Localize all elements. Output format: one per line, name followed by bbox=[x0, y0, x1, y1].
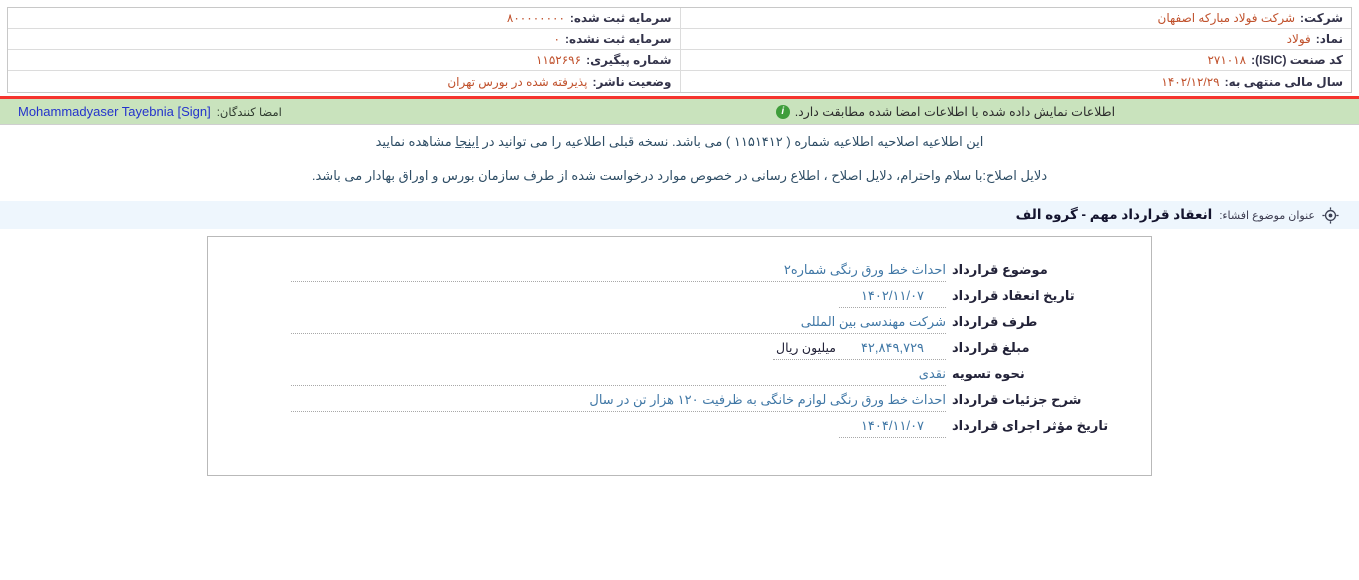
disclosure-header-bar: عنوان موضوع افشاء: انعقاد قرارداد مهم - … bbox=[0, 201, 1359, 229]
contract-field-row: تاریخ انعقاد قرارداد ۱۴۰۲/۱۱/۰۷ bbox=[208, 283, 1151, 309]
info-cell: نماد: فولاد bbox=[679, 29, 1351, 50]
info-label: نماد: bbox=[1315, 32, 1343, 46]
target-icon bbox=[1322, 206, 1339, 224]
info-cell: سرمایه ثبت شده: ۸۰۰۰۰۰۰۰۰ bbox=[8, 8, 680, 29]
info-label: شماره پیگیری: bbox=[586, 53, 672, 67]
contract-field-value: شرکت مهندسی بین المللی bbox=[291, 310, 946, 334]
info-cell: شماره پیگیری: ۱۱۵۲۶۹۶ bbox=[8, 50, 680, 71]
info-value: ۰ bbox=[553, 32, 560, 46]
contract-field-label: تاریخ مؤثر اجرای قرارداد bbox=[952, 418, 1109, 433]
disclosure-subject-label: عنوان موضوع افشاء: bbox=[1219, 209, 1315, 222]
contract-field-value: احداث خط ورق رنگی شماره۲ bbox=[291, 258, 946, 282]
signer-name: Mohammadyaser Tayebnia [Sign] bbox=[18, 104, 211, 119]
contract-field-row: نحوه تسویه نقدی bbox=[208, 361, 1151, 387]
amendment-notice: این اطلاعیه اصلاحیه اطلاعیه شماره ( ۱۱۵۱… bbox=[0, 133, 1359, 151]
contract-field-value: ۱۴۰۲/۱۱/۰۷ bbox=[839, 284, 946, 308]
contract-field-value: ۴۲,۸۴۹,۷۲۹ bbox=[839, 336, 946, 360]
info-value: پذیرفته شده در بورس تهران bbox=[447, 74, 588, 89]
info-value: ۲۷۱۰۱۸ bbox=[1207, 53, 1247, 67]
contract-field-row: تاریخ مؤثر اجرای قرارداد ۱۴۰۴/۱۱/۰۷ bbox=[208, 413, 1151, 439]
info-value: ۱۱۵۲۶۹۶ bbox=[535, 53, 582, 67]
codal-disclosure-page: شرکت: شرکت فولاد مبارکه اصفهان سرمایه ثب… bbox=[0, 7, 1359, 476]
info-value: ۱۴۰۲/۱۲/۲۹ bbox=[1161, 74, 1220, 89]
signature-banner: اطلاعات نمایش داده شده با اطلاعات امضا ش… bbox=[0, 96, 1359, 125]
contract-field-label: نحوه تسویه bbox=[952, 366, 1025, 381]
contract-field-label: شرح جزئیات قرارداد bbox=[952, 392, 1082, 407]
info-cell: سال مالی منتهی به: ۱۴۰۲/۱۲/۲۹ bbox=[679, 71, 1352, 92]
contract-fields-box: موضوع قرارداد احداث خط ورق رنگی شماره۲ ت… bbox=[207, 236, 1152, 476]
contract-field-label: مبلغ قرارداد bbox=[952, 340, 1030, 355]
amendment-reason: دلایل اصلاح:با سلام واحترام، دلایل اصلاح… bbox=[311, 168, 1048, 183]
contract-field-unit: میلیون ریال bbox=[773, 336, 839, 360]
info-label: سال مالی منتهی به: bbox=[1224, 74, 1343, 89]
signers-label: امضا کنندگان: bbox=[216, 106, 282, 119]
info-value: شرکت فولاد مبارکه اصفهان bbox=[1157, 11, 1296, 25]
info-value: ۸۰۰۰۰۰۰۰۰ bbox=[506, 11, 565, 25]
info-label: کد صنعت (ISIC): bbox=[1251, 53, 1343, 67]
info-value: فولاد bbox=[1286, 32, 1311, 46]
info-label: وضعیت ناشر: bbox=[592, 74, 672, 89]
signers-section: امضا کنندگان: Mohammadyaser Tayebnia [Si… bbox=[0, 104, 282, 119]
previous-notice-link[interactable]: اینجا bbox=[455, 134, 479, 149]
company-info-table: شرکت: شرکت فولاد مبارکه اصفهان سرمایه ثب… bbox=[7, 7, 1352, 93]
disclosure-subject-title: انعقاد قرارداد مهم - گروه الف bbox=[1015, 207, 1213, 222]
info-cell: کد صنعت (ISIC): ۲۷۱۰۱۸ bbox=[679, 50, 1351, 71]
contract-field-row: مبلغ قرارداد ۴۲,۸۴۹,۷۲۹ میلیون ریال bbox=[208, 335, 1151, 361]
info-cell: وضعیت ناشر: پذیرفته شده در بورس تهران bbox=[8, 71, 680, 92]
info-icon: i bbox=[775, 104, 790, 119]
contract-field-value: احداث خط ورق رنگی لوازم خانگی به ظرفیت ۱… bbox=[291, 388, 946, 412]
contract-field-label: تاریخ انعقاد قرارداد bbox=[952, 288, 1075, 303]
info-label: سرمایه ثبت نشده: bbox=[565, 32, 672, 46]
info-cell: شرکت: شرکت فولاد مبارکه اصفهان bbox=[679, 8, 1351, 29]
amendment-notice-text: این اطلاعیه اصلاحیه اطلاعیه شماره ( ۱۱۵۱… bbox=[482, 134, 984, 149]
signature-match-section: اطلاعات نمایش داده شده با اطلاعات امضا ش… bbox=[282, 104, 1359, 119]
contract-field-label: موضوع قرارداد bbox=[952, 262, 1048, 277]
signature-match-text: اطلاعات نمایش داده شده با اطلاعات امضا ش… bbox=[794, 105, 1116, 119]
info-cell: سرمایه ثبت نشده: ۰ bbox=[8, 29, 680, 50]
contract-field-label: طرف قرارداد bbox=[952, 314, 1038, 329]
amendment-notice-suffix: مشاهده نمایید bbox=[375, 134, 452, 149]
contract-field-row: طرف قرارداد شرکت مهندسی بین المللی bbox=[208, 309, 1151, 335]
contract-field-value: نقدی bbox=[291, 362, 946, 386]
contract-field-value: ۱۴۰۴/۱۱/۰۷ bbox=[839, 414, 946, 438]
info-label: سرمایه ثبت شده: bbox=[569, 11, 672, 25]
contract-field-row: شرح جزئیات قرارداد احداث خط ورق رنگی لوا… bbox=[208, 387, 1151, 413]
contract-field-row: موضوع قرارداد احداث خط ورق رنگی شماره۲ bbox=[208, 257, 1151, 283]
info-label: شرکت: bbox=[1300, 11, 1343, 25]
